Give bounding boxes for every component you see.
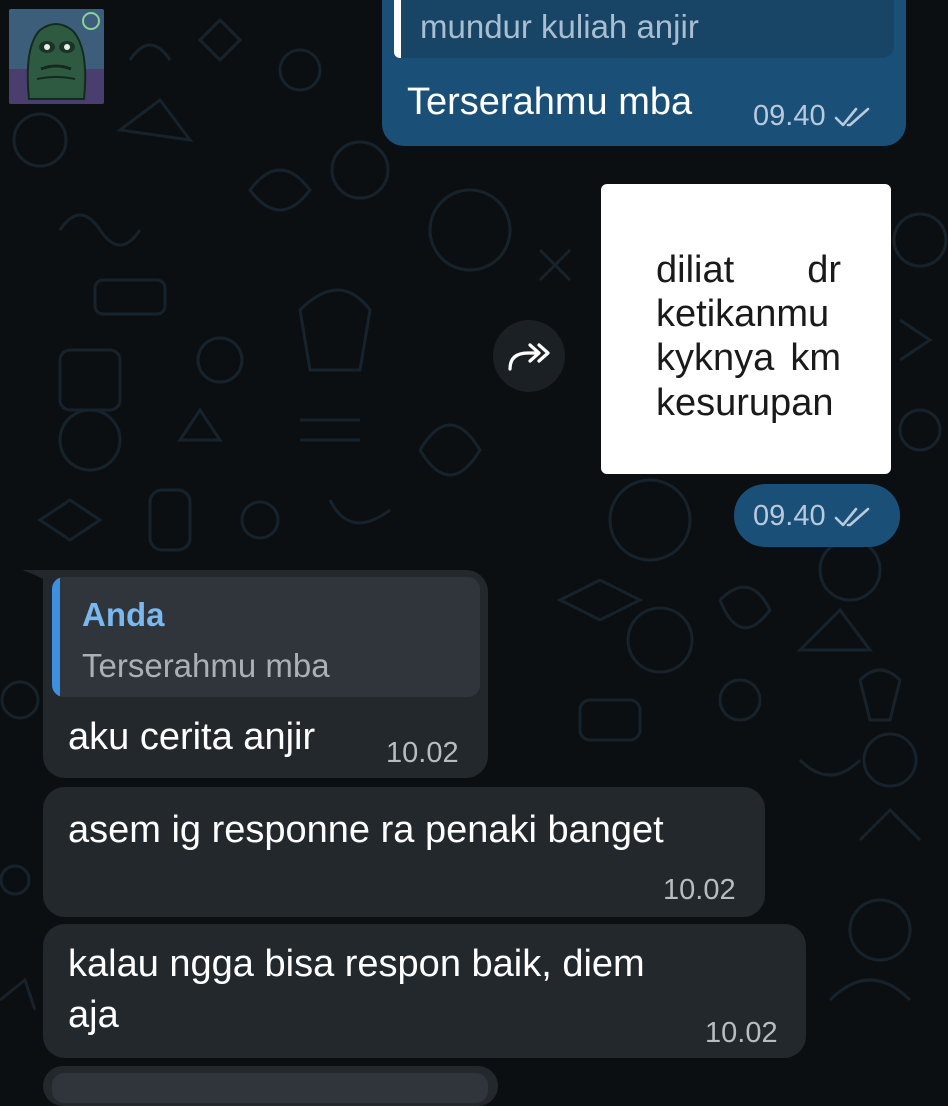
reply-quote[interactable]: mundur kuliah anjir <box>394 0 894 58</box>
chat-thread: mundur kuliah anjir Terserahmu mba 09.40… <box>0 0 948 1106</box>
fish-avatar-icon <box>9 9 104 104</box>
message-text-line: kalau ngga bisa respon baik, diem <box>68 943 645 985</box>
incoming-message[interactable] <box>43 1066 498 1106</box>
reply-quote <box>52 1073 488 1103</box>
incoming-message[interactable]: kalau ngga bisa respon baik, diem aja 10… <box>43 924 806 1058</box>
message-text: aku cerita anjir <box>68 716 316 758</box>
sticker-text-line: diliat dr <box>656 247 841 294</box>
quote-accent-bar <box>52 577 60 697</box>
double-check-icon <box>834 507 869 526</box>
contact-avatar[interactable] <box>9 9 104 104</box>
message-time: 09.40 <box>753 500 826 532</box>
message-time: 09.40 <box>753 100 826 132</box>
sticker-word: km <box>790 337 841 379</box>
quote-text: Terserahmu mba <box>82 647 330 684</box>
sticker-text-line: kyknya km <box>656 335 841 382</box>
quote-accent-bar <box>394 0 401 58</box>
outgoing-message[interactable]: mundur kuliah anjir Terserahmu mba 09.40 <box>382 0 906 146</box>
message-time: 10.02 <box>705 1017 778 1049</box>
sticker-message[interactable]: diliat dr ketikanmu kyknya km kesurupan <box>601 184 891 474</box>
message-text: asem ig responne ra penaki banget <box>68 809 664 851</box>
sticker-word: kyknya <box>656 337 775 379</box>
message-text: Terserahmu mba <box>407 81 693 123</box>
quote-text: mundur kuliah anjir <box>420 8 699 45</box>
incoming-message[interactable]: asem ig responne ra penaki banget 10.02 <box>43 787 765 917</box>
forward-button[interactable] <box>493 320 565 392</box>
message-meta: 09.40 <box>753 100 872 133</box>
sticker-word: dr <box>807 249 841 291</box>
double-check-icon <box>834 107 869 126</box>
quote-author: Anda <box>82 596 165 633</box>
reply-quote[interactable]: Anda Terserahmu mba <box>52 577 480 697</box>
message-time: 10.02 <box>663 874 736 906</box>
incoming-message[interactable]: Anda Terserahmu mba aku cerita anjir 10.… <box>43 570 488 778</box>
sticker-text-line: ketikanmu <box>656 293 830 335</box>
sticker-word: diliat <box>656 249 735 291</box>
sticker-text-line: kesurupan <box>656 382 834 424</box>
message-time: 10.02 <box>386 737 459 769</box>
message-meta: 09.40 <box>753 500 872 533</box>
sticker-time-pill: 09.40 <box>734 484 900 547</box>
message-text-line: aja <box>68 994 119 1036</box>
forward-icon <box>508 343 550 371</box>
